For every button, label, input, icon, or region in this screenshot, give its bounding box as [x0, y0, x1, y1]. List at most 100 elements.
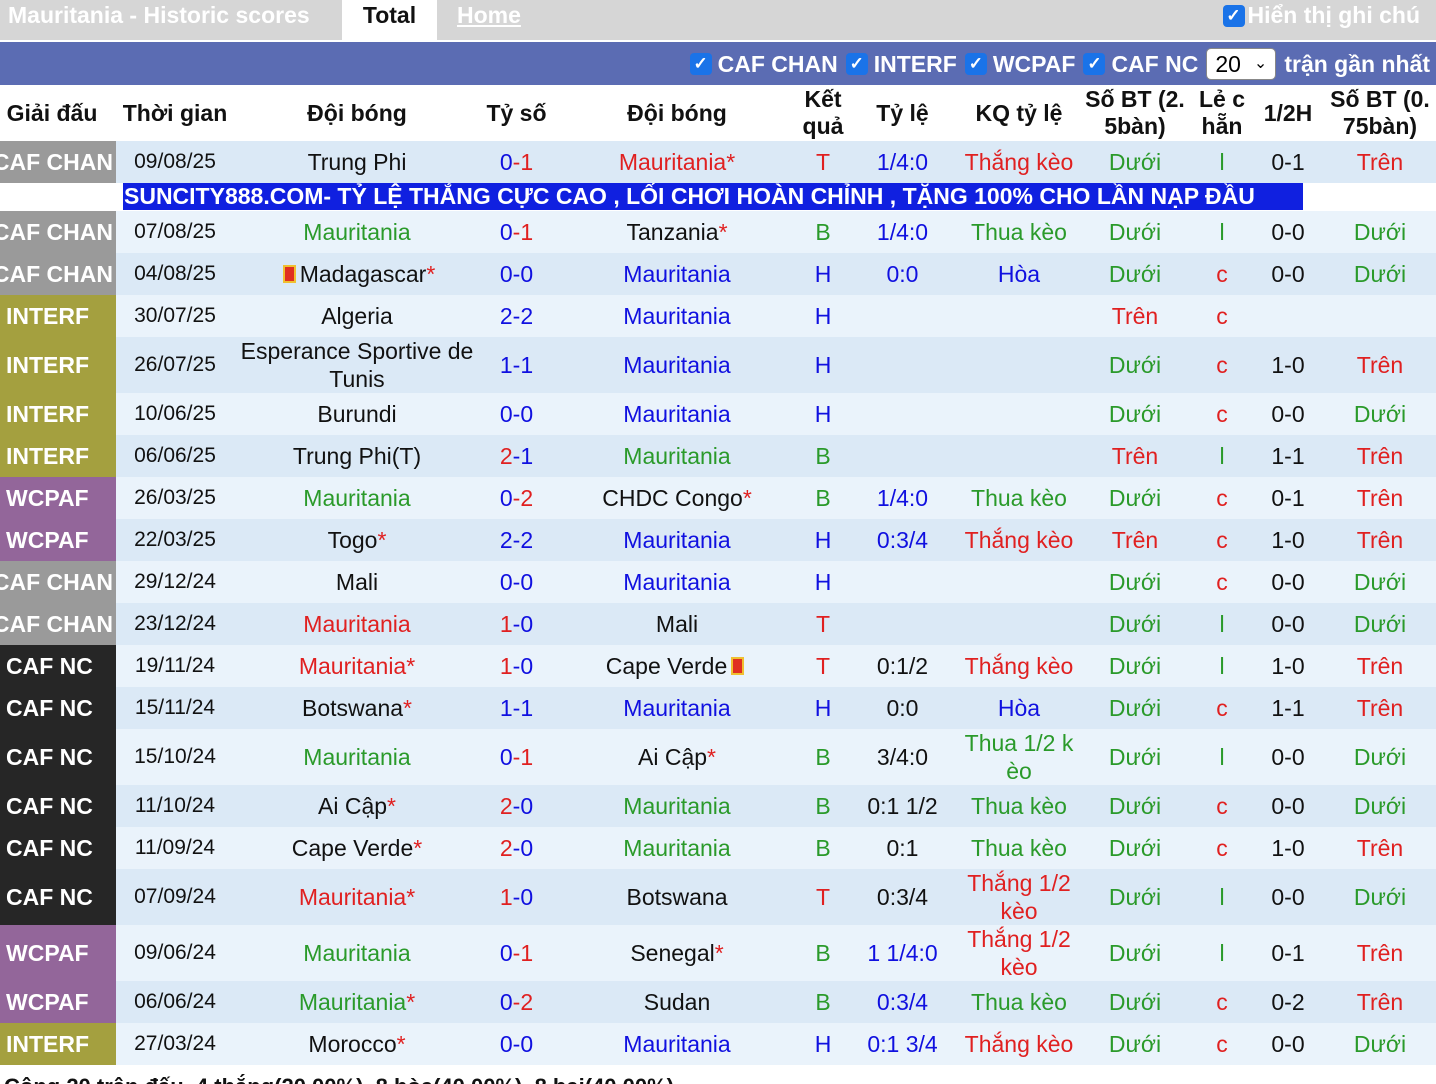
home-team-name[interactable]: Esperance Sportive de Tunis — [234, 337, 480, 393]
away-team-name[interactable]: Ai Cập — [638, 743, 707, 771]
league-badge[interactable]: WCPAF — [0, 477, 116, 519]
home-team-name[interactable]: Mauritania — [299, 652, 406, 680]
home-team[interactable]: Mauritania — [234, 925, 480, 981]
away-team-name[interactable]: Mauritania — [623, 442, 730, 470]
away-team-name[interactable]: Mauritania — [623, 526, 730, 554]
match-score[interactable]: 1-0 — [480, 869, 553, 925]
match-score[interactable]: 0-2 — [480, 477, 553, 519]
away-team[interactable]: CHDC Congo * — [553, 477, 801, 519]
match-score[interactable]: 0-0 — [480, 253, 553, 295]
home-team[interactable]: Algeria — [234, 295, 480, 337]
home-team-name[interactable]: Mali — [336, 568, 378, 596]
handicap-odds[interactable]: 0:1/2 — [845, 645, 960, 687]
match-score[interactable]: 1-1 — [480, 337, 553, 393]
away-team[interactable]: Mauritania — [553, 295, 801, 337]
home-team[interactable]: Mauritania * — [234, 645, 480, 687]
away-team[interactable]: Mauritania — [553, 687, 801, 729]
home-team-name[interactable]: Morocco — [308, 1030, 396, 1058]
handicap-odds[interactable]: 1/4:0 — [845, 141, 960, 183]
home-team[interactable]: Mauritania * — [234, 869, 480, 925]
away-team-name[interactable]: Cape Verde — [606, 652, 727, 680]
match-score[interactable]: 1-0 — [480, 603, 553, 645]
match-score[interactable]: 0-0 — [480, 1023, 553, 1065]
away-team-name[interactable]: Mauritania — [623, 568, 730, 596]
away-team-name[interactable]: Sudan — [644, 988, 711, 1016]
home-team-name[interactable]: Mauritania — [303, 610, 410, 638]
league-badge[interactable]: CAF NC — [0, 827, 116, 869]
away-team[interactable]: Tanzania * — [553, 211, 801, 253]
league-badge[interactable]: INTERF — [0, 337, 116, 393]
away-team-name[interactable]: Senegal — [630, 939, 714, 967]
league-badge[interactable]: CAF CHAN — [0, 141, 116, 183]
handicap-odds[interactable] — [845, 295, 960, 337]
home-team-name[interactable]: Togo — [328, 526, 378, 554]
match-score[interactable]: 2-1 — [480, 435, 553, 477]
handicap-odds[interactable] — [845, 393, 960, 435]
home-team-name[interactable]: Mauritania — [303, 939, 410, 967]
handicap-odds[interactable]: 0:0 — [845, 253, 960, 295]
filter-caf-nc[interactable]: ✓ CAF NC — [1083, 51, 1198, 78]
handicap-odds[interactable]: 0:0 — [845, 687, 960, 729]
away-team-name[interactable]: Tanzania — [626, 218, 718, 246]
home-team-name[interactable]: Madagascar — [300, 260, 427, 288]
match-score[interactable]: 2-0 — [480, 785, 553, 827]
home-team-name[interactable]: Burundi — [317, 400, 396, 428]
match-score[interactable]: 1-0 — [480, 645, 553, 687]
handicap-odds[interactable]: 1/4:0 — [845, 477, 960, 519]
league-badge[interactable]: CAF NC — [0, 869, 116, 925]
away-team[interactable]: Mauritania * — [553, 141, 801, 183]
handicap-odds[interactable] — [845, 561, 960, 603]
handicap-odds[interactable]: 3/4:0 — [845, 729, 960, 785]
league-badge[interactable]: CAF CHAN — [0, 211, 116, 253]
home-team-name[interactable]: Trung Phi — [308, 148, 407, 176]
away-team-name[interactable]: Mali — [656, 610, 698, 638]
promo-banner[interactable]: SUNCITY888.COM- TỶ LỆ THẮNG CỰC CAO , LỐ… — [123, 183, 1303, 210]
checkbox-checked-icon[interactable]: ✓ — [689, 53, 712, 75]
league-badge[interactable]: WCPAF — [0, 519, 116, 561]
away-team[interactable]: Senegal * — [553, 925, 801, 981]
handicap-odds[interactable]: 0:1 1/2 — [845, 785, 960, 827]
home-team[interactable]: Mauritania * — [234, 981, 480, 1023]
home-team[interactable]: Trung Phi(T) — [234, 435, 480, 477]
home-team[interactable]: Cape Verde * — [234, 827, 480, 869]
handicap-odds[interactable] — [845, 337, 960, 393]
away-team-name[interactable]: Mauritania — [623, 1030, 730, 1058]
away-team[interactable]: Ai Cập * — [553, 729, 801, 785]
away-team[interactable]: Sudan — [553, 981, 801, 1023]
handicap-odds[interactable]: 0:1 3/4 — [845, 1023, 960, 1065]
league-badge[interactable]: CAF CHAN — [0, 253, 116, 295]
league-badge[interactable]: CAF NC — [0, 687, 116, 729]
league-badge[interactable]: INTERF — [0, 1023, 116, 1065]
away-team[interactable]: Mauritania — [553, 785, 801, 827]
league-badge[interactable]: CAF NC — [0, 729, 116, 785]
checkbox-checked-icon[interactable]: ✓ — [845, 53, 868, 75]
league-badge[interactable]: CAF CHAN — [0, 561, 116, 603]
home-team[interactable]: Burundi — [234, 393, 480, 435]
away-team-name[interactable]: Mauritania — [623, 351, 730, 379]
away-team-name[interactable]: Mauritania — [619, 148, 726, 176]
home-team-name[interactable]: Algeria — [321, 302, 393, 330]
show-notes-toggle[interactable]: ✓ Hiển thị ghi chú — [1222, 2, 1420, 29]
away-team[interactable]: Mauritania — [553, 337, 801, 393]
match-score[interactable]: 1-1 — [480, 687, 553, 729]
home-team[interactable]: Mali — [234, 561, 480, 603]
away-team[interactable]: Mauritania — [553, 827, 801, 869]
home-team[interactable]: Botswana * — [234, 687, 480, 729]
home-team-name[interactable]: Mauritania — [299, 883, 406, 911]
filter-wcpaf[interactable]: ✓ WCPAF — [964, 51, 1075, 78]
match-score[interactable]: 0-1 — [480, 141, 553, 183]
handicap-odds[interactable] — [845, 435, 960, 477]
home-team[interactable]: Mauritania — [234, 729, 480, 785]
away-team-name[interactable]: Mauritania — [623, 260, 730, 288]
home-team-name[interactable]: Mauritania — [303, 218, 410, 246]
away-team-name[interactable]: Mauritania — [623, 302, 730, 330]
away-team[interactable]: Mauritania — [553, 519, 801, 561]
away-team[interactable]: Mali — [553, 603, 801, 645]
home-team[interactable]: Morocco * — [234, 1023, 480, 1065]
home-team[interactable]: Esperance Sportive de Tunis — [234, 337, 480, 393]
home-team[interactable]: Mauritania — [234, 603, 480, 645]
league-badge[interactable]: CAF NC — [0, 645, 116, 687]
match-score[interactable]: 0-0 — [480, 393, 553, 435]
home-team-name[interactable]: Cape Verde — [292, 834, 413, 862]
home-team[interactable]: Mauritania — [234, 211, 480, 253]
